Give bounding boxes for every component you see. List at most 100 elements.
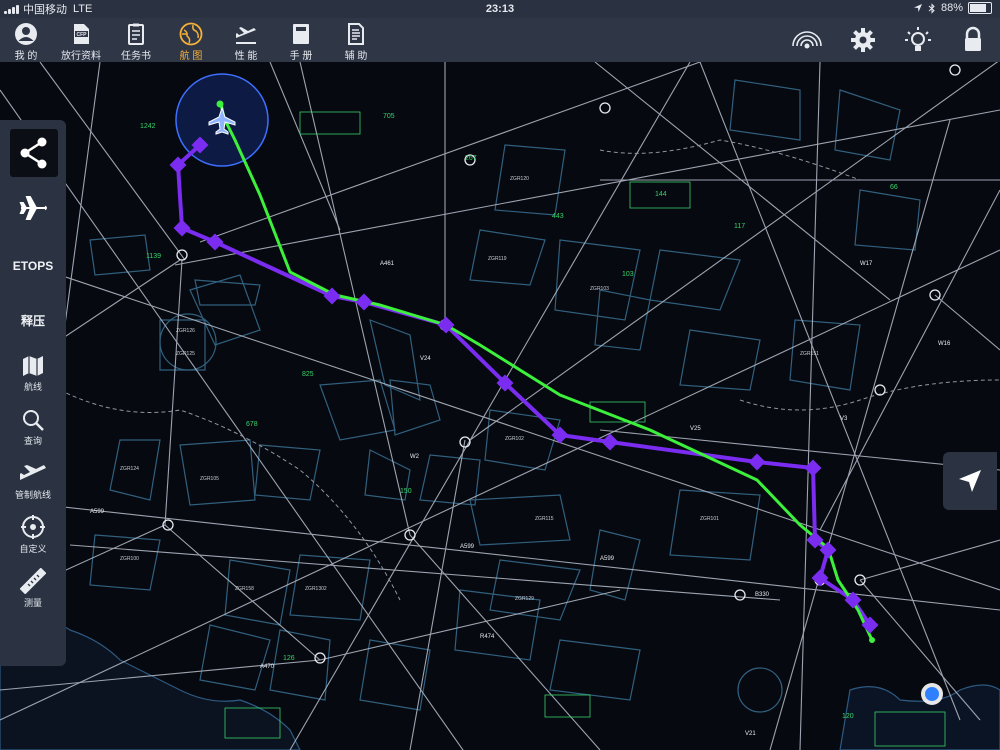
- manual-book-icon: [293, 24, 309, 44]
- share-route-button[interactable]: [10, 129, 58, 177]
- airplane-icon: [19, 196, 47, 220]
- controlled-route-label: 管制航线: [14, 490, 51, 500]
- battery-icon: [968, 2, 992, 14]
- sector-label: ZGR100: [120, 556, 139, 562]
- sector-label: ZGR120: [510, 176, 529, 182]
- sector-label: ZGR1302: [305, 586, 327, 592]
- airway-label: W16: [938, 341, 951, 347]
- sector-label: ZGR151: [800, 351, 819, 357]
- search-label: 查询: [23, 436, 42, 446]
- airway-label: W17: [860, 261, 873, 267]
- waypoint-label: 103: [622, 271, 634, 278]
- carrier-name: 中国移动: [23, 4, 67, 16]
- tab-label: 性 能: [234, 51, 258, 62]
- origin-marker: [216, 100, 224, 108]
- measure-label: 测量: [23, 598, 42, 608]
- airway-label: B330: [755, 592, 770, 598]
- route-label: 航线: [23, 382, 42, 392]
- globe-chart-icon: [179, 22, 203, 46]
- aircraft-button[interactable]: [0, 194, 66, 222]
- waypoint-label: 678: [246, 421, 258, 428]
- airway-label: A599: [600, 556, 615, 562]
- lock-button[interactable]: [957, 24, 989, 56]
- lock-icon: [965, 26, 981, 51]
- document-cfp-icon: CFP: [74, 24, 89, 44]
- airway-label: W2: [410, 454, 420, 460]
- plane-takeoff-icon: [236, 27, 256, 44]
- clipboard-icon: [128, 23, 144, 45]
- waypoint-label: 117: [734, 223, 745, 230]
- battery-percent: 88%: [940, 2, 963, 14]
- brightness-button[interactable]: [902, 24, 934, 56]
- waypoint-label: 825: [302, 371, 314, 378]
- sector-label: ZGR124: [120, 466, 139, 472]
- signal-broadcast-button[interactable]: [791, 24, 823, 56]
- navigation-arrow-icon: [959, 470, 981, 492]
- tab-manual[interactable]: 手 册: [275, 18, 327, 62]
- tab-mine[interactable]: 我 的: [0, 18, 52, 62]
- share-route-icon: [20, 137, 47, 169]
- map-tools-sidebar: ETOPS 释压 航线 查询 管制航线 自定义 测量: [0, 120, 66, 666]
- custom-label: 自定义: [19, 544, 47, 554]
- waypoint-label: 144: [655, 191, 667, 198]
- sector-label: ZGR125: [176, 351, 195, 357]
- airway-label: A599: [90, 509, 105, 515]
- gear-icon: [851, 28, 875, 52]
- tab-task-book[interactable]: 任务书: [110, 18, 162, 62]
- status-bar: 中国移动 LTE 23:13 88%: [0, 0, 1000, 18]
- svg-text:CFP: CFP: [77, 32, 88, 38]
- sector-label: ZGR103: [590, 286, 609, 292]
- enroute-chart-map[interactable]: 1242 705 267 1139 825 678 443 103 150 12…: [0, 62, 1000, 750]
- ruler-icon: [20, 568, 46, 594]
- tab-performance[interactable]: 性 能: [220, 18, 272, 62]
- brightness-icon: [905, 27, 931, 51]
- sector-label: ZGR158: [235, 586, 254, 592]
- tab-label: 放行资料: [61, 51, 101, 62]
- airway-label: A470: [260, 664, 275, 670]
- controlled-route-plane-icon: [20, 465, 46, 480]
- sector-label: ZGR115: [535, 516, 554, 522]
- tab-release-docs[interactable]: CFP 放行资料: [55, 18, 107, 62]
- airway-label: A599: [460, 544, 475, 550]
- waypoint-label: 120: [842, 713, 854, 720]
- route-button[interactable]: 航线: [0, 354, 66, 393]
- assist-document-icon: [348, 23, 364, 45]
- location-arrow-icon: [913, 4, 922, 12]
- controlled-route-button[interactable]: 管制航线: [0, 462, 66, 501]
- custom-button[interactable]: 自定义: [0, 514, 66, 555]
- status-time: 23:13: [485, 3, 515, 15]
- map-route-icon: [23, 356, 43, 376]
- waypoint-label: 1139: [146, 253, 161, 260]
- locate-me-button[interactable]: [943, 452, 997, 510]
- sector-label: ZGR101: [700, 516, 719, 522]
- etops-button[interactable]: ETOPS: [0, 259, 66, 273]
- tab-label: 任务书: [121, 51, 151, 62]
- decompression-button[interactable]: 释压: [0, 312, 66, 329]
- destination-marker: [869, 637, 875, 643]
- tab-charts[interactable]: 航 图: [165, 18, 217, 62]
- tab-assist[interactable]: 辅 助: [330, 18, 382, 62]
- decompression-label: 释压: [20, 314, 45, 328]
- waypoint-label: 705: [383, 113, 395, 120]
- waypoint-label: 126: [283, 655, 295, 662]
- airway-label: R474: [480, 634, 495, 640]
- waypoint-label: 267: [465, 155, 477, 162]
- waypoint-label: 150: [400, 488, 412, 495]
- sector-label: ZGR102: [505, 436, 524, 442]
- tab-label: 手 册: [289, 51, 313, 62]
- tab-label: 辅 助: [344, 51, 368, 62]
- sector-label: ZGR126: [176, 328, 195, 334]
- measure-button[interactable]: 测量: [0, 568, 66, 609]
- tab-label: 我 的: [14, 51, 38, 62]
- top-toolbar: 我 的 CFP 放行资料 任务书 航 图 性 能 手 册 辅 助: [0, 18, 1000, 63]
- network-type: LTE: [73, 3, 93, 15]
- airway-label: V25: [690, 426, 701, 432]
- waypoint-label: 443: [552, 213, 564, 220]
- magnifier-icon: [23, 410, 44, 431]
- cellular-signal-icon: [4, 4, 19, 14]
- settings-button[interactable]: [847, 24, 879, 56]
- sector-label: ZGR105: [200, 476, 219, 482]
- airway-label: V3: [840, 416, 848, 422]
- search-button[interactable]: 查询: [0, 408, 66, 447]
- user-icon: [15, 23, 37, 45]
